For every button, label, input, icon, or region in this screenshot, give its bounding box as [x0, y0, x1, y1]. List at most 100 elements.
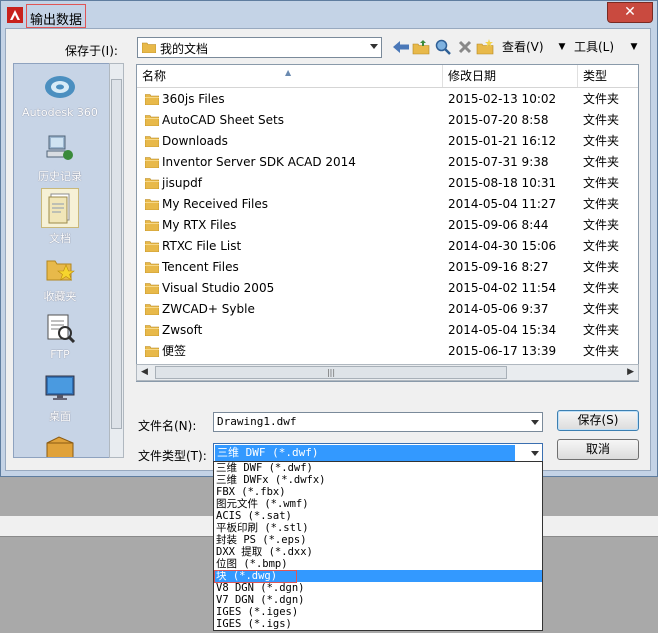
file-name: Tencent Files [162, 260, 239, 274]
autocad-logo-icon [7, 7, 23, 23]
place-more[interactable] [14, 430, 106, 457]
back-arrow-icon[interactable] [392, 38, 410, 56]
scroll-right-icon[interactable]: ▶ [627, 367, 634, 377]
up-folder-icon[interactable] [412, 38, 430, 56]
documents-icon [48, 193, 70, 224]
file-type: 文件夹 [583, 302, 620, 316]
table-row[interactable]: Tencent Files 2015-09-16 8:27 文件夹 [137, 257, 638, 278]
table-row[interactable]: RTXC File List 2014-04-30 15:06 文件夹 [137, 236, 638, 257]
horizontal-scrollbar[interactable]: ◀ ||| ▶ [136, 364, 639, 381]
place-favorites[interactable]: 收藏夹 [14, 250, 106, 304]
place-desktop[interactable]: 桌面 [14, 370, 106, 424]
table-row[interactable]: My Received Files 2014-05-04 11:27 文件夹 [137, 194, 638, 215]
file-name: 360js Files [162, 92, 225, 106]
close-button[interactable]: ✕ [607, 2, 653, 23]
folder-icon [145, 94, 159, 105]
tools-chevron-down-icon[interactable]: ▼ [625, 38, 643, 56]
column-header-date[interactable]: 修改日期 [443, 65, 578, 87]
place-autodesk-360[interactable]: Autodesk 360 [14, 68, 106, 119]
cloud-icon [45, 76, 75, 98]
file-date: 2014-04-30 15:06 [448, 239, 557, 253]
places-scrollbar[interactable] [109, 63, 124, 458]
file-type: 文件夹 [583, 239, 620, 253]
folder-icon [145, 346, 159, 357]
filename-value: Drawing1.dwf [217, 415, 297, 428]
save-in-combo[interactable]: 我的文档 [137, 37, 382, 58]
file-date: 2015-06-17 13:39 [448, 344, 557, 358]
view-menu[interactable]: 查看(V) [502, 38, 544, 56]
folder-icon [145, 262, 159, 273]
table-row[interactable]: ZWCAD+ Syble 2014-05-06 9:37 文件夹 [137, 299, 638, 320]
filename-chevron-down-icon[interactable] [531, 420, 539, 425]
table-row[interactable]: 360js Files 2015-02-13 10:02 文件夹 [137, 89, 638, 110]
folder-icon [145, 220, 159, 231]
scroll-left-icon[interactable]: ◀ [141, 367, 148, 377]
filename-input[interactable]: Drawing1.dwf [213, 412, 543, 432]
table-row[interactable]: Visual Studio 2005 2015-04-02 11:54 文件夹 [137, 278, 638, 299]
filetype-option[interactable]: IGES (*.igs) [214, 618, 542, 630]
folder-icon [145, 199, 159, 210]
table-row[interactable]: My RTX Files 2015-09-06 8:44 文件夹 [137, 215, 638, 236]
table-row[interactable]: AutoCAD Sheet Sets 2015-07-20 8:58 文件夹 [137, 110, 638, 131]
filetype-option[interactable]: 图元文件 (*.wmf) [214, 498, 542, 510]
filetype-option[interactable]: V7 DGN (*.dgn) [214, 594, 542, 606]
file-name: My RTX Files [162, 218, 237, 232]
filetype-option[interactable]: IGES (*.iges) [214, 606, 542, 618]
places-scrollbar-thumb[interactable] [111, 79, 122, 429]
window-title: 输出数据 [30, 13, 83, 28]
place-label: 收藏夹 [43, 290, 77, 303]
cancel-button[interactable]: 取消 [557, 439, 639, 460]
file-type: 文件夹 [583, 113, 620, 127]
table-row[interactable]: Inventor Server SDK ACAD 2014 2015-07-31 … [137, 152, 638, 173]
table-row[interactable]: 便签 2015-06-17 13:39 文件夹 [137, 341, 638, 362]
column-header-row: 名称 ▲ 修改日期 类型 [137, 65, 638, 88]
filetype-option[interactable]: 平板印刷 (*.stl) [214, 522, 542, 534]
file-name: Downloads [162, 134, 228, 148]
filetype-option[interactable]: FBX (*.fbx) [214, 486, 542, 498]
table-row[interactable]: Downloads 2015-01-21 16:12 文件夹 [137, 131, 638, 152]
new-folder-icon[interactable] [476, 38, 494, 56]
file-name: AutoCAD Sheet Sets [162, 113, 284, 127]
file-type: 文件夹 [583, 155, 620, 169]
filetype-select[interactable]: 三维 DWF (*.dwf) [213, 443, 543, 463]
column-header-name[interactable]: 名称 ▲ [137, 65, 443, 87]
table-row[interactable]: Zwsoft 2014-05-04 15:34 文件夹 [137, 320, 638, 341]
folder-icon [145, 283, 159, 294]
filetype-option[interactable]: 三维 DWF (*.dwf) [214, 462, 542, 474]
folder-icon [145, 115, 159, 126]
file-type: 文件夹 [583, 218, 620, 232]
view-chevron-down-icon[interactable]: ▼ [553, 38, 571, 56]
folder-icon [145, 157, 159, 168]
sort-ascending-icon: ▲ [285, 68, 292, 77]
place-label: Autodesk 360 [22, 106, 98, 119]
filetype-option[interactable]: 三维 DWFx (*.dwfx) [214, 474, 542, 486]
folder-icon [145, 136, 159, 147]
file-name: Zwsoft [162, 323, 203, 337]
place-label: 历史记录 [38, 170, 82, 183]
place-documents[interactable]: 文档 [14, 188, 106, 246]
filetype-option[interactable]: 封装 PS (*.eps) [214, 534, 542, 546]
search-web-icon[interactable] [434, 38, 452, 56]
delete-icon[interactable] [456, 38, 474, 56]
file-type: 文件夹 [583, 134, 620, 148]
filetype-option[interactable]: 位图 (*.bmp) [214, 558, 542, 570]
tools-menu[interactable]: 工具(L) [574, 38, 614, 56]
chevron-down-icon[interactable] [370, 44, 378, 49]
file-name: RTXC File List [162, 239, 242, 253]
filetype-option[interactable]: DXX 提取 (*.dxx) [214, 546, 542, 558]
save-button[interactable]: 保存(S) [557, 410, 639, 431]
filetype-option[interactable]: ACIS (*.sat) [214, 510, 542, 522]
filetype-option[interactable]: V8 DGN (*.dgn) [214, 582, 542, 594]
file-name: ZWCAD+ Syble [162, 302, 255, 316]
column-header-type[interactable]: 类型 [578, 65, 638, 87]
filetype-chevron-down-icon[interactable] [531, 451, 539, 456]
option-annotation-box [214, 570, 297, 583]
place-ftp[interactable]: FTP [14, 310, 106, 361]
place-history[interactable]: 历史记录 [14, 130, 106, 184]
horizontal-scrollbar-thumb[interactable]: ||| [155, 366, 507, 379]
file-type: 文件夹 [583, 281, 620, 295]
favorites-icon [46, 260, 75, 281]
filetype-label: 文件类型(T): [138, 449, 207, 463]
table-row[interactable]: jisupdf 2015-08-18 10:31 文件夹 [137, 173, 638, 194]
file-type: 文件夹 [583, 323, 620, 337]
